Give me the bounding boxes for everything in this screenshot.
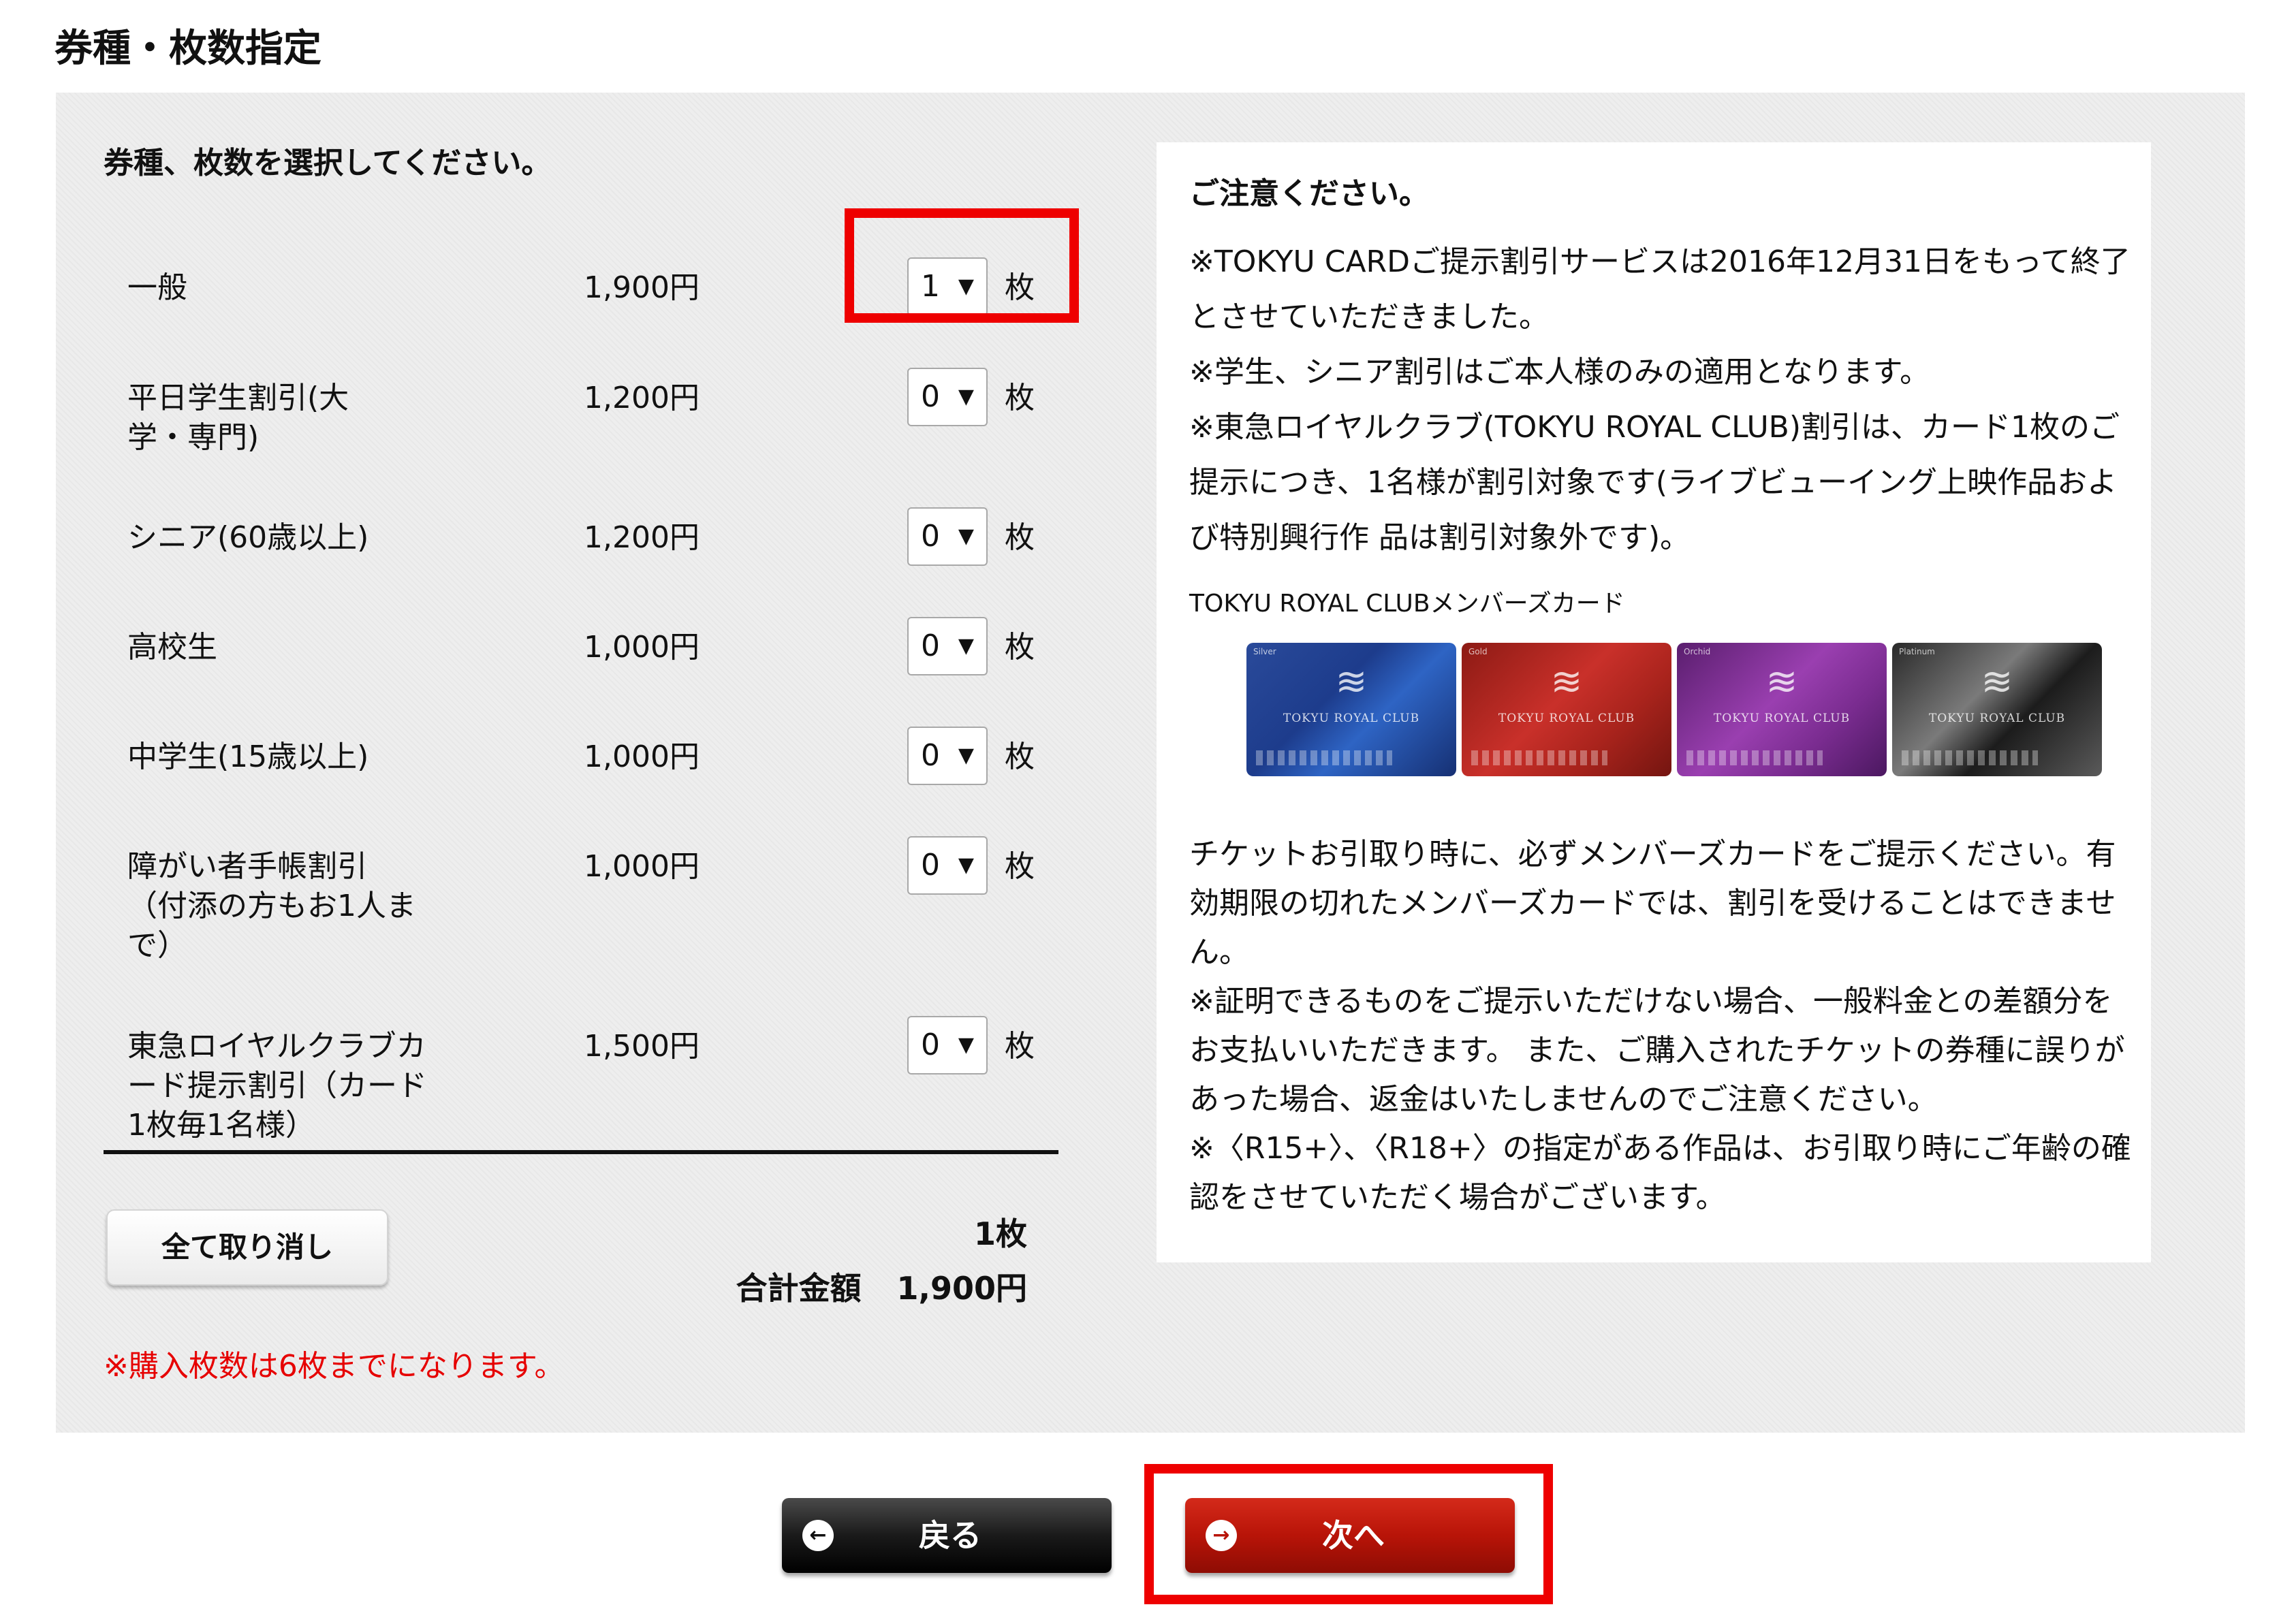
- ticket-price: 1,200円: [584, 520, 700, 555]
- qty-select-high-school[interactable]: 0 ▼: [907, 617, 988, 675]
- member-card-silver: Silver ≋ TOKYU ROYAL CLUB: [1246, 643, 1456, 776]
- qty-select-senior[interactable]: 0 ▼: [907, 507, 988, 566]
- ticket-name: 障がい者手帳割引（付添の方もお1人まで）: [127, 849, 416, 963]
- notice-paragraph: ※東急ロイヤルクラブ(TOKYU ROYAL CLUB)割引は、カード1枚のご提…: [1189, 410, 2120, 555]
- qty-value: 0: [921, 738, 940, 773]
- highlight-qty-general: [845, 208, 1079, 323]
- qty-value: 0: [921, 1028, 940, 1062]
- card-grade: Gold: [1468, 647, 1488, 656]
- qty-unit: 枚: [1005, 630, 1035, 665]
- total-amount-label: 合計金額: [736, 1270, 862, 1307]
- qty-select-weekday-student[interactable]: 0 ▼: [907, 368, 988, 426]
- total-ticket-count: 1枚: [973, 1215, 1027, 1252]
- ticket-price: 1,900円: [584, 270, 700, 305]
- ticket-name: 高校生: [127, 630, 217, 665]
- notice-text-top: ※TOKYU CARDご提示割引サービスは2016年12月31日をもって終了とさ…: [1189, 234, 2136, 565]
- notice-paragraph: チケットお引取り時に、必ずメンバーズカードをご提示ください。有効期限の切れたメン…: [1189, 837, 2116, 970]
- qty-unit: 枚: [1005, 1029, 1035, 1064]
- card-emblem-icon: ≋: [1981, 660, 2013, 704]
- notice-paragraph: ※〈R15+〉、〈R18+〉の指定がある作品は、お引取り時にご年齢の確認をさせて…: [1189, 1131, 2131, 1215]
- chevron-down-icon: ▼: [958, 634, 974, 658]
- member-card-platinum: Platinum ≋ TOKYU ROYAL CLUB: [1892, 643, 2102, 776]
- ticket-price: 1,000円: [584, 849, 700, 884]
- ticket-price: 1,200円: [584, 381, 700, 415]
- notice-paragraph: ※証明できるものをご提示いただけない場合、一般料金との差額分をお支払いいただきま…: [1189, 984, 2125, 1117]
- qty-select-disability[interactable]: 0 ▼: [907, 836, 988, 895]
- chevron-down-icon: ▼: [958, 744, 974, 767]
- member-card-caption: TOKYU ROYAL CLUBメンバーズカード: [1189, 590, 1625, 618]
- member-card-gold: Gold ≋ TOKYU ROYAL CLUB: [1462, 643, 1671, 776]
- card-grade: Silver: [1253, 647, 1276, 656]
- total-divider: [104, 1150, 1058, 1154]
- qty-select-junior-high[interactable]: 0 ▼: [907, 727, 988, 785]
- member-card-orchid: Orchid ≋ TOKYU ROYAL CLUB: [1677, 643, 1887, 776]
- instruction-text: 券種、枚数を選択してください。: [104, 146, 552, 180]
- qty-unit: 枚: [1005, 739, 1035, 774]
- card-number-stripe: [1471, 750, 1607, 765]
- qty-select-royal-club[interactable]: 0 ▼: [907, 1016, 988, 1074]
- card-brand: TOKYU ROYAL CLUB: [1713, 712, 1851, 725]
- ticket-name: シニア(60歳以上): [127, 520, 369, 555]
- ticket-price: 1,000円: [584, 630, 700, 665]
- highlight-next-button: [1144, 1464, 1553, 1604]
- ticket-name: 一般: [127, 270, 187, 305]
- back-button-label: 戻る: [919, 1517, 981, 1554]
- card-grade: Platinum: [1899, 647, 1935, 656]
- notice-paragraph: ※学生、シニア割引はご本人様のみの適用となります。: [1189, 355, 1930, 389]
- card-grade: Orchid: [1684, 647, 1711, 656]
- qty-unit: 枚: [1005, 520, 1035, 555]
- ticket-price: 1,000円: [584, 739, 700, 774]
- qty-value: 0: [921, 379, 940, 414]
- ticket-selection-panel: 券種、枚数を選択してください。 一般 1,900円 1 ▼ 枚 平日学生割引(大…: [56, 93, 2245, 1433]
- qty-unit: 枚: [1005, 849, 1035, 884]
- ticket-name: 平日学生割引(大学・専門): [127, 381, 349, 455]
- total-amount-line: 合計金額 1,900円: [669, 1268, 1027, 1309]
- card-emblem-icon: ≋: [1765, 660, 1798, 704]
- ticket-price: 1,500円: [584, 1029, 700, 1064]
- notice-box: ご注意ください。 ※TOKYU CARDご提示割引サービスは2016年12月31…: [1157, 142, 2151, 1262]
- member-card-images: Silver ≋ TOKYU ROYAL CLUB Gold ≋ TOKYU R…: [1246, 643, 2102, 776]
- total-amount-value: 1,900円: [896, 1270, 1027, 1307]
- back-button[interactable]: ← 戻る: [782, 1498, 1112, 1573]
- qty-value: 0: [921, 628, 940, 663]
- card-brand: TOKYU ROYAL CLUB: [1283, 712, 1420, 725]
- card-number-stripe: [1902, 750, 2038, 765]
- card-brand: TOKYU ROYAL CLUB: [1928, 712, 2066, 725]
- card-emblem-icon: ≋: [1550, 660, 1583, 704]
- notice-paragraph: ※TOKYU CARDご提示割引サービスは2016年12月31日をもって終了とさ…: [1189, 244, 2131, 334]
- notice-title: ご注意ください。: [1189, 176, 1429, 211]
- chevron-down-icon: ▼: [958, 853, 974, 877]
- chevron-down-icon: ▼: [958, 524, 974, 548]
- ticket-name: 東急ロイヤルクラブカード提示割引（カード1枚毎1名様）: [127, 1029, 427, 1143]
- purchase-limit-note: ※購入枚数は6枚までになります。: [104, 1349, 565, 1384]
- card-number-stripe: [1686, 750, 1823, 765]
- qty-value: 0: [921, 519, 940, 554]
- page-title: 券種・枚数指定: [54, 27, 321, 71]
- ticket-name: 中学生(15歳以上): [127, 739, 369, 774]
- clear-all-button[interactable]: 全て取り消し: [106, 1209, 388, 1286]
- chevron-down-icon: ▼: [958, 1033, 974, 1057]
- notice-text-bottom: チケットお引取り時に、必ずメンバーズカードをご提示ください。有効期限の切れたメン…: [1189, 830, 2136, 1222]
- chevron-down-icon: ▼: [958, 385, 974, 409]
- card-emblem-icon: ≋: [1335, 660, 1368, 704]
- qty-value: 0: [921, 848, 940, 882]
- card-number-stripe: [1256, 750, 1392, 765]
- qty-unit: 枚: [1005, 381, 1035, 415]
- card-brand: TOKYU ROYAL CLUB: [1498, 712, 1635, 725]
